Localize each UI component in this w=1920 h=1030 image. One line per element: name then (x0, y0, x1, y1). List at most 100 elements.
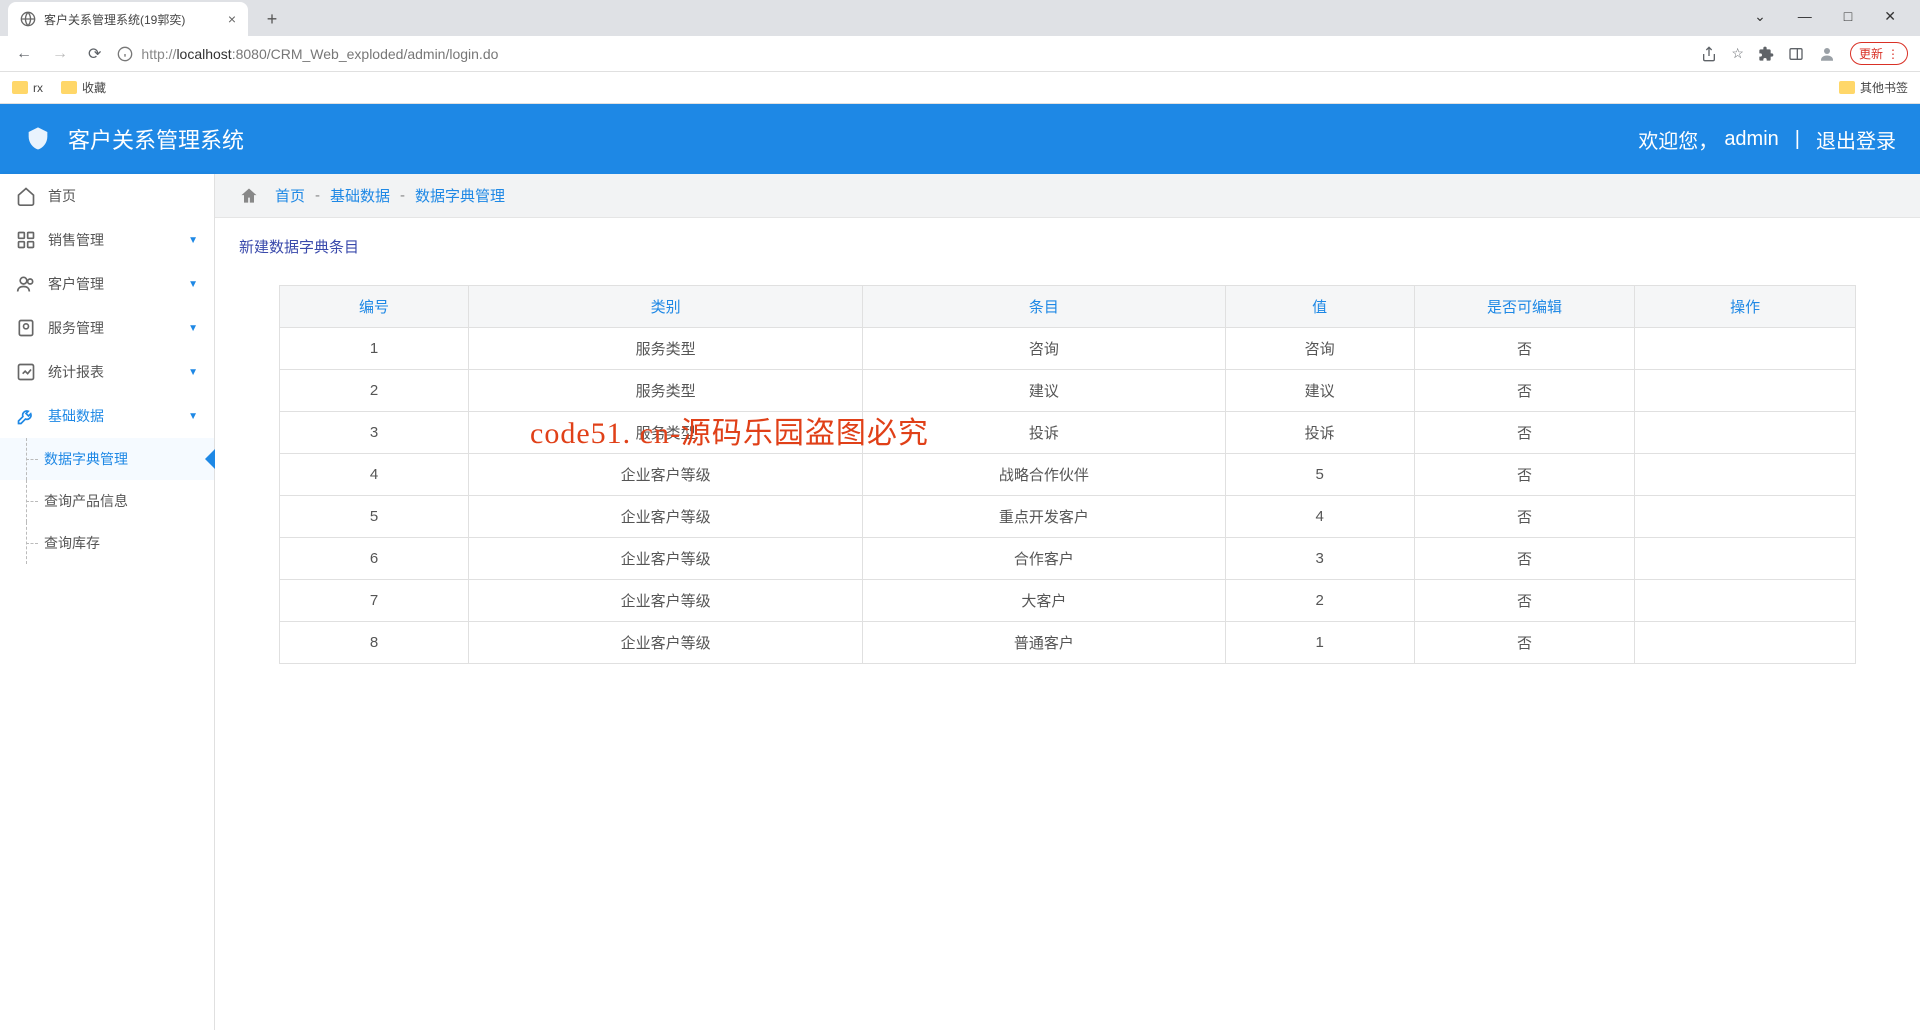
bookmarks-bar: rx 收藏 其他书签 (0, 72, 1920, 104)
cell-type: 企业客户等级 (469, 622, 863, 664)
share-icon[interactable] (1701, 46, 1717, 62)
sidebar-item-service[interactable]: 服务管理 ▼ (0, 306, 214, 350)
table-row: 1服务类型咨询咨询否 (280, 328, 1856, 370)
update-button[interactable]: 更新 ⋮ (1850, 42, 1908, 65)
url-field[interactable]: http://localhost:8080/CRM_Web_exploded/a… (117, 46, 1689, 62)
logout-link[interactable]: 退出登录 (1816, 125, 1896, 154)
info-icon[interactable] (117, 46, 133, 62)
cell-id: 6 (280, 538, 469, 580)
reload-button[interactable]: ⟳ (84, 40, 105, 68)
sidebar: 首页 销售管理 ▼ 客户管理 ▼ 服务管理 ▼ 统计报表 ▼ 基础数据 ▼ 数 (0, 174, 215, 1030)
cell-type: 企业客户等级 (469, 538, 863, 580)
breadcrumb-home[interactable]: 首页 (275, 185, 305, 206)
new-tab-button[interactable]: + (258, 5, 286, 33)
cell-type: 服务类型 (469, 412, 863, 454)
cell-value: 1 (1225, 622, 1414, 664)
cell-item: 大客户 (863, 580, 1225, 622)
browser-tab[interactable]: 客户关系管理系统(19郭奕) × (8, 2, 248, 36)
folder-icon (12, 81, 28, 94)
breadcrumb-basic[interactable]: 基础数据 (330, 185, 390, 206)
main-content: 首页 - 基础数据 - 数据字典管理 新建数据字典条目 编号 类别 条目 值 是… (215, 174, 1920, 1030)
back-button[interactable]: ← (12, 41, 36, 67)
cell-editable: 否 (1414, 454, 1635, 496)
cell-editable: 否 (1414, 496, 1635, 538)
table-row: 2服务类型建议建议否 (280, 370, 1856, 412)
col-item: 条目 (863, 286, 1225, 328)
cell-type: 企业客户等级 (469, 454, 863, 496)
cell-action (1635, 454, 1856, 496)
cell-action (1635, 412, 1856, 454)
cell-editable: 否 (1414, 580, 1635, 622)
cell-action (1635, 328, 1856, 370)
bookmark-rx[interactable]: rx (12, 81, 43, 95)
col-value: 值 (1225, 286, 1414, 328)
cell-item: 投诉 (863, 412, 1225, 454)
home-icon[interactable] (239, 186, 259, 206)
cell-value: 建议 (1225, 370, 1414, 412)
minimize-icon[interactable]: — (1786, 4, 1824, 29)
username: admin (1724, 128, 1778, 151)
forward-button[interactable]: → (48, 41, 72, 67)
chart-icon (16, 362, 36, 382)
star-icon[interactable]: ☆ (1731, 45, 1744, 62)
col-type: 类别 (469, 286, 863, 328)
folder-icon (1839, 81, 1855, 94)
chevron-down-icon: ▼ (188, 323, 198, 334)
wrench-icon (16, 406, 36, 426)
cell-id: 1 (280, 328, 469, 370)
chevron-down-icon[interactable]: ⌄ (1742, 4, 1778, 29)
cell-editable: 否 (1414, 370, 1635, 412)
sidebar-sub-dict[interactable]: 数据字典管理 (0, 438, 214, 480)
cell-item: 合作客户 (863, 538, 1225, 580)
cell-id: 4 (280, 454, 469, 496)
breadcrumb: 首页 - 基础数据 - 数据字典管理 (215, 174, 1920, 218)
table-row: 4企业客户等级战略合作伙伴5否 (280, 454, 1856, 496)
table-header-row: 编号 类别 条目 值 是否可编辑 操作 (280, 286, 1856, 328)
new-entry-link[interactable]: 新建数据字典条目 (239, 239, 359, 256)
bookmark-other[interactable]: 其他书签 (1839, 79, 1908, 96)
window-controls: ⌄ — □ ✕ (1730, 0, 1920, 33)
cell-value: 2 (1225, 580, 1414, 622)
col-action: 操作 (1635, 286, 1856, 328)
cell-type: 企业客户等级 (469, 580, 863, 622)
cell-value: 咨询 (1225, 328, 1414, 370)
grid-icon (16, 230, 36, 250)
sidebar-item-report[interactable]: 统计报表 ▼ (0, 350, 214, 394)
tab-title: 客户关系管理系统(19郭奕) (44, 11, 185, 28)
cell-value: 3 (1225, 538, 1414, 580)
table-row: 3服务类型投诉投诉否 (280, 412, 1856, 454)
sidebar-item-basicdata[interactable]: 基础数据 ▼ (0, 394, 214, 438)
extensions-icon[interactable] (1758, 46, 1774, 62)
cell-value: 5 (1225, 454, 1414, 496)
close-icon[interactable]: × (228, 11, 236, 27)
logo-icon (24, 125, 52, 153)
sidebar-item-home[interactable]: 首页 (0, 174, 214, 218)
cell-editable: 否 (1414, 328, 1635, 370)
cell-action (1635, 622, 1856, 664)
home-icon (16, 186, 36, 206)
globe-icon (20, 11, 36, 27)
cell-id: 2 (280, 370, 469, 412)
folder-icon (61, 81, 77, 94)
col-id: 编号 (280, 286, 469, 328)
address-bar: ← → ⟳ http://localhost:8080/CRM_Web_expl… (0, 36, 1920, 72)
table-row: 8企业客户等级普通客户1否 (280, 622, 1856, 664)
maximize-icon[interactable]: □ (1832, 4, 1864, 29)
close-window-icon[interactable]: ✕ (1872, 4, 1908, 29)
sidebar-item-customer[interactable]: 客户管理 ▼ (0, 262, 214, 306)
table-row: 7企业客户等级大客户2否 (280, 580, 1856, 622)
cell-id: 5 (280, 496, 469, 538)
sidebar-item-sales[interactable]: 销售管理 ▼ (0, 218, 214, 262)
sidebar-sub-product[interactable]: 查询产品信息 (0, 480, 214, 522)
sidepanel-icon[interactable] (1788, 46, 1804, 62)
cell-item: 咨询 (863, 328, 1225, 370)
profile-icon[interactable] (1818, 45, 1836, 63)
cell-action (1635, 538, 1856, 580)
tab-bar: 客户关系管理系统(19郭奕) × + ⌄ — □ ✕ (0, 0, 1920, 36)
table-row: 6企业客户等级合作客户3否 (280, 538, 1856, 580)
cell-action (1635, 370, 1856, 412)
breadcrumb-dict[interactable]: 数据字典管理 (415, 185, 505, 206)
cell-item: 建议 (863, 370, 1225, 412)
sidebar-sub-stock[interactable]: 查询库存 (0, 522, 214, 564)
bookmark-fav[interactable]: 收藏 (61, 79, 106, 96)
